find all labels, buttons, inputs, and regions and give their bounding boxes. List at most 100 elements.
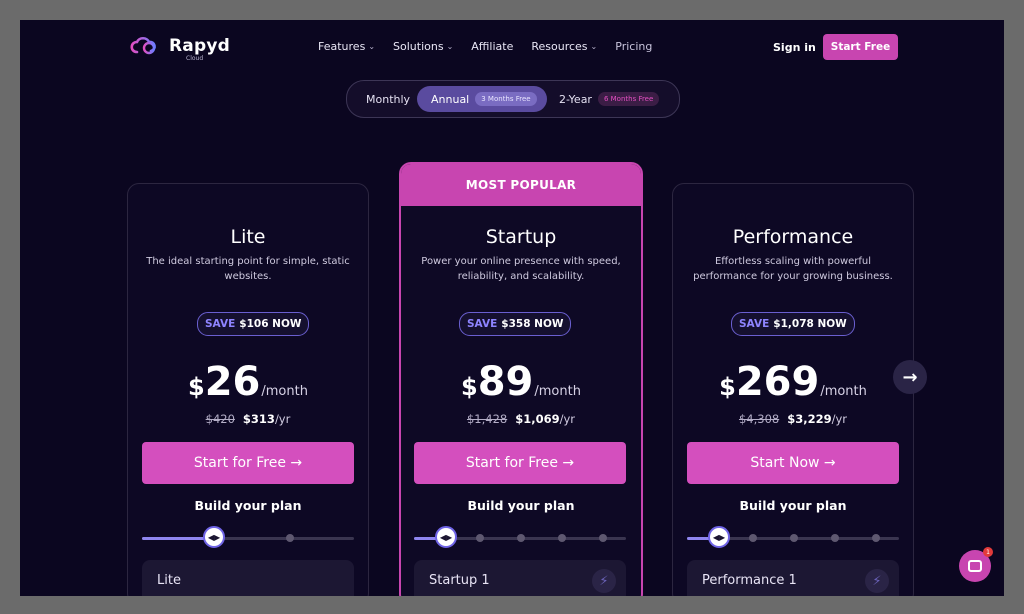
pricing-page: Rapyd Cloud Features ⌄ Solutions ⌄ Affil… (20, 20, 1004, 596)
slider-step-dot[interactable] (790, 534, 798, 542)
slider-step-dot[interactable] (286, 534, 294, 542)
save-amount: $106 NOW (239, 318, 302, 330)
slider-step-dot[interactable] (476, 534, 484, 542)
plan-description: Effortless scaling with powerful perform… (693, 256, 893, 282)
plan-card-lite: Lite The ideal starting point for simple… (127, 183, 369, 596)
billing-period-toggle: Monthly Annual 3 Months Free 2-Year 6 Mo… (346, 80, 680, 118)
price-currency: $ (719, 373, 736, 401)
plan-title: Startup (485, 226, 557, 248)
build-plan-heading: Build your plan (467, 498, 575, 513)
slider-step-dot[interactable] (599, 534, 607, 542)
slider-handle-icon[interactable]: ◀▶ (435, 526, 457, 548)
old-yearly-price: $4,308 (738, 412, 780, 426)
old-yearly-price: $1,428 (466, 412, 508, 426)
plan-description: The ideal starting point for simple, sta… (146, 256, 350, 282)
tier-panel: Lite (142, 560, 354, 596)
plan-price: $ 269 /month (673, 362, 913, 402)
new-yearly-price: $1,069/yr (515, 412, 575, 426)
billing-monthly-label: Monthly (366, 92, 411, 106)
price-amount: 89 (477, 359, 534, 405)
chat-icon (968, 560, 982, 572)
tier-name: Lite (157, 573, 181, 588)
old-yearly-price: $420 (205, 412, 235, 426)
start-for-free-button[interactable]: Start for Free → (142, 442, 354, 484)
slider-step-dot[interactable] (831, 534, 839, 542)
start-now-button[interactable]: Start Now → (687, 442, 899, 484)
menu-resources[interactable]: Resources ⌄ (531, 40, 597, 53)
chat-button[interactable]: 1 (959, 547, 993, 582)
save-amount: $1,078 NOW (773, 318, 847, 330)
slider-step-dot[interactable] (749, 534, 757, 542)
menu-features[interactable]: Features ⌄ (318, 40, 375, 53)
save-badge: SAVE $358 NOW (459, 312, 572, 336)
build-plan-heading: Build your plan (739, 498, 847, 513)
yearly-unit: /yr (559, 412, 576, 426)
brand-logo[interactable]: Rapyd (127, 34, 230, 58)
plan-slider[interactable]: ◀▶ (687, 526, 899, 550)
billing-2year-option[interactable]: 2-Year 6 Months Free (559, 81, 660, 117)
new-yearly-amount: $313 (242, 412, 275, 426)
chevron-down-icon: ⌄ (446, 42, 454, 51)
new-yearly-amount: $3,229 (787, 412, 832, 426)
start-for-free-button[interactable]: Start for Free → (414, 442, 626, 484)
menu-solutions-label: Solutions (393, 40, 444, 53)
lightning-bolt-icon: ⚡ (592, 569, 616, 593)
slider-handle-icon[interactable]: ◀▶ (203, 526, 225, 548)
plan-title: Performance (732, 226, 854, 248)
menu-pricing-label: Pricing (615, 40, 653, 53)
save-label: SAVE (467, 318, 498, 330)
menu-affiliate[interactable]: Affiliate (471, 40, 513, 53)
slider-step-dot[interactable] (872, 534, 880, 542)
signin-link[interactable]: Sign in (773, 41, 816, 54)
new-yearly-price: $3,229/yr (787, 412, 847, 426)
2year-discount-badge: 6 Months Free (597, 92, 660, 106)
top-nav: Rapyd Cloud Features ⌄ Solutions ⌄ Affil… (20, 20, 1004, 76)
build-plan-heading: Build your plan (194, 498, 302, 513)
plan-title: Lite (230, 226, 266, 248)
yearly-price: $4,308 $3,229/yr (673, 412, 913, 426)
plan-card-performance: Performance Effortless scaling with powe… (672, 183, 914, 596)
menu-solutions[interactable]: Solutions ⌄ (393, 40, 453, 53)
save-badge: SAVE $106 NOW (197, 312, 310, 336)
chevron-down-icon: ⌄ (368, 42, 376, 51)
price-currency: $ (461, 373, 478, 401)
slider-step-dot[interactable] (558, 534, 566, 542)
slider-handle-icon[interactable]: ◀▶ (708, 526, 730, 548)
billing-monthly-option[interactable]: Monthly (366, 81, 410, 117)
menu-features-label: Features (318, 40, 366, 53)
billing-annual-label: Annual (431, 92, 470, 106)
main-menu: Features ⌄ Solutions ⌄ Affiliate Resourc… (318, 40, 652, 53)
menu-pricing[interactable]: Pricing (615, 40, 652, 53)
yearly-price: $420 $313/yr (128, 412, 368, 426)
billing-2year-label: 2-Year (559, 92, 592, 106)
new-yearly-amount: $1,069 (515, 412, 560, 426)
plan-price: $ 26 /month (128, 362, 368, 402)
new-yearly-price: $313/yr (243, 412, 290, 426)
plan-slider[interactable]: ◀▶ (414, 526, 626, 550)
plan-slider[interactable]: ◀▶ (142, 526, 354, 550)
price-amount: 26 (204, 359, 261, 405)
chevron-down-icon: ⌄ (590, 42, 598, 51)
save-badge: SAVE $1,078 NOW (731, 312, 855, 336)
slider-step-dot[interactable] (517, 534, 525, 542)
plan-card-startup: MOST POPULAR Startup Power your online p… (399, 162, 643, 596)
save-amount: $358 NOW (501, 318, 564, 330)
menu-resources-label: Resources (531, 40, 588, 53)
yearly-price: $1,428 $1,069/yr (401, 412, 641, 426)
most-popular-banner: MOST POPULAR (401, 164, 641, 206)
yearly-unit: /yr (274, 412, 291, 426)
next-arrow-icon[interactable]: → (893, 360, 927, 394)
billing-annual-option[interactable]: Annual 3 Months Free (417, 86, 547, 112)
price-amount: 269 (735, 359, 820, 405)
rapyd-logo-icon (130, 36, 156, 55)
start-free-button[interactable]: Start Free (823, 34, 898, 60)
price-period: /month (534, 384, 581, 399)
chat-notification-badge: 1 (983, 547, 993, 557)
save-label: SAVE (205, 318, 236, 330)
tier-name: Startup 1 (429, 573, 490, 588)
brand-subtitle: Cloud (186, 55, 204, 62)
save-label: SAVE (739, 318, 770, 330)
yearly-unit: /yr (831, 412, 848, 426)
price-period: /month (820, 384, 867, 399)
plan-description: Power your online presence with speed, r… (421, 256, 621, 282)
